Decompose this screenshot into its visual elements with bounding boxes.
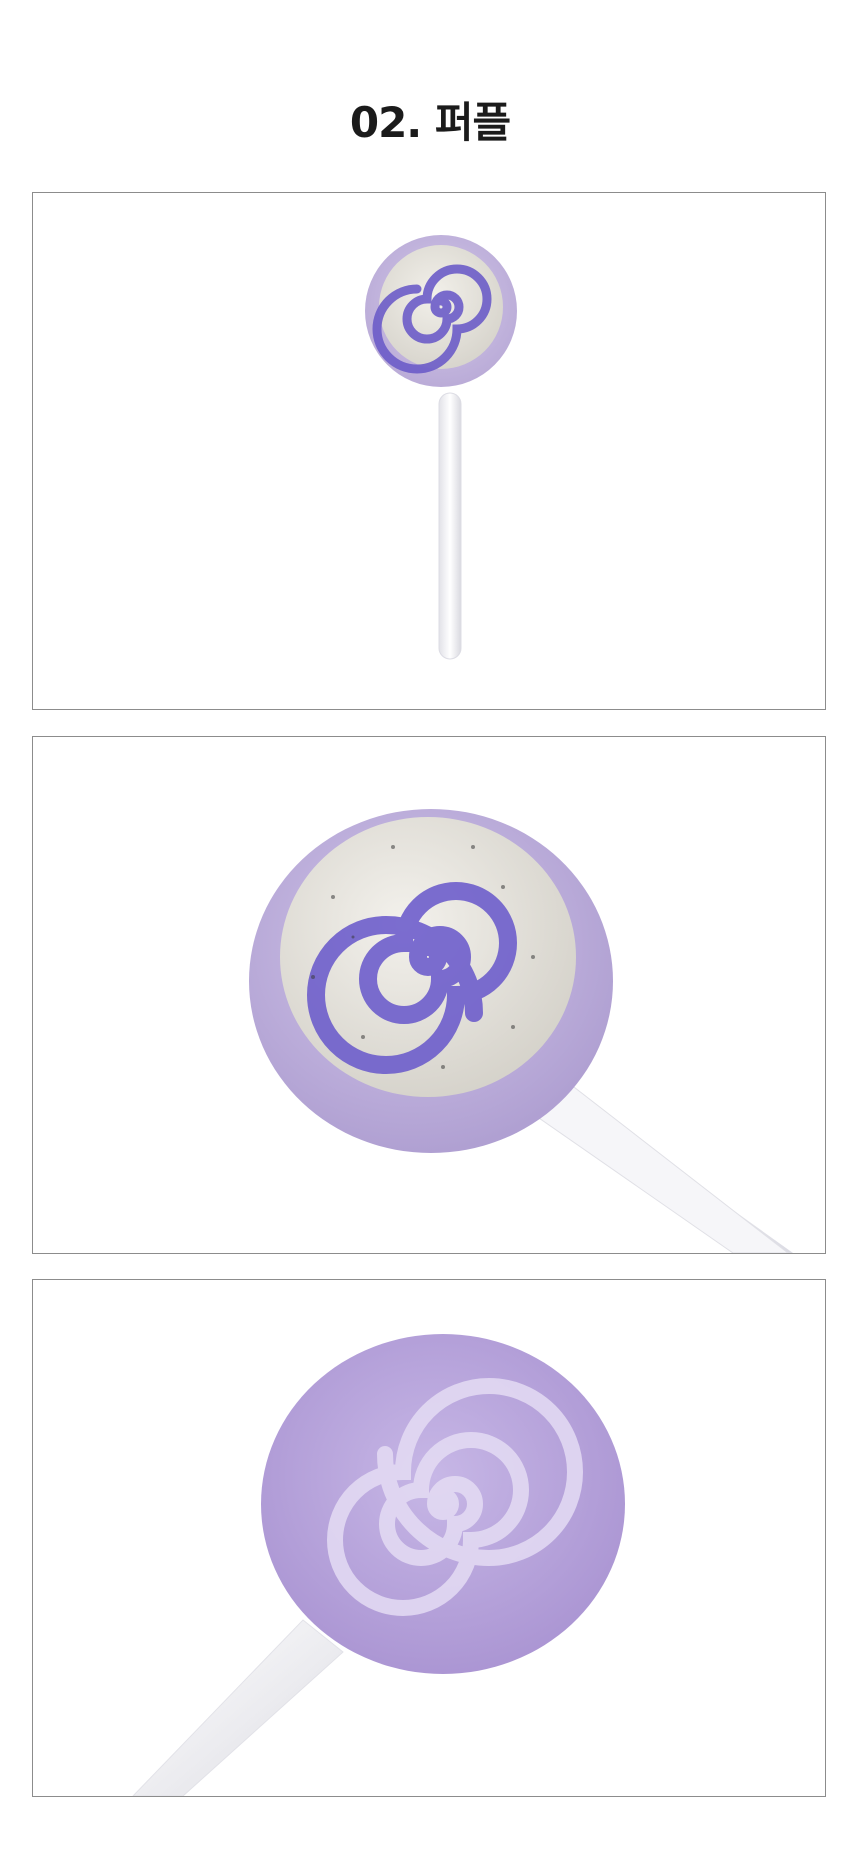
lollipop-icon xyxy=(365,235,517,660)
product-image-stone-closeup xyxy=(32,736,826,1254)
product-image-full-view xyxy=(32,192,826,710)
lollipop-icon xyxy=(249,809,793,1253)
product-image-back-closeup xyxy=(32,1279,826,1797)
page-title: 02. 퍼플 xyxy=(349,98,511,147)
lollipop-icon xyxy=(132,1334,625,1796)
